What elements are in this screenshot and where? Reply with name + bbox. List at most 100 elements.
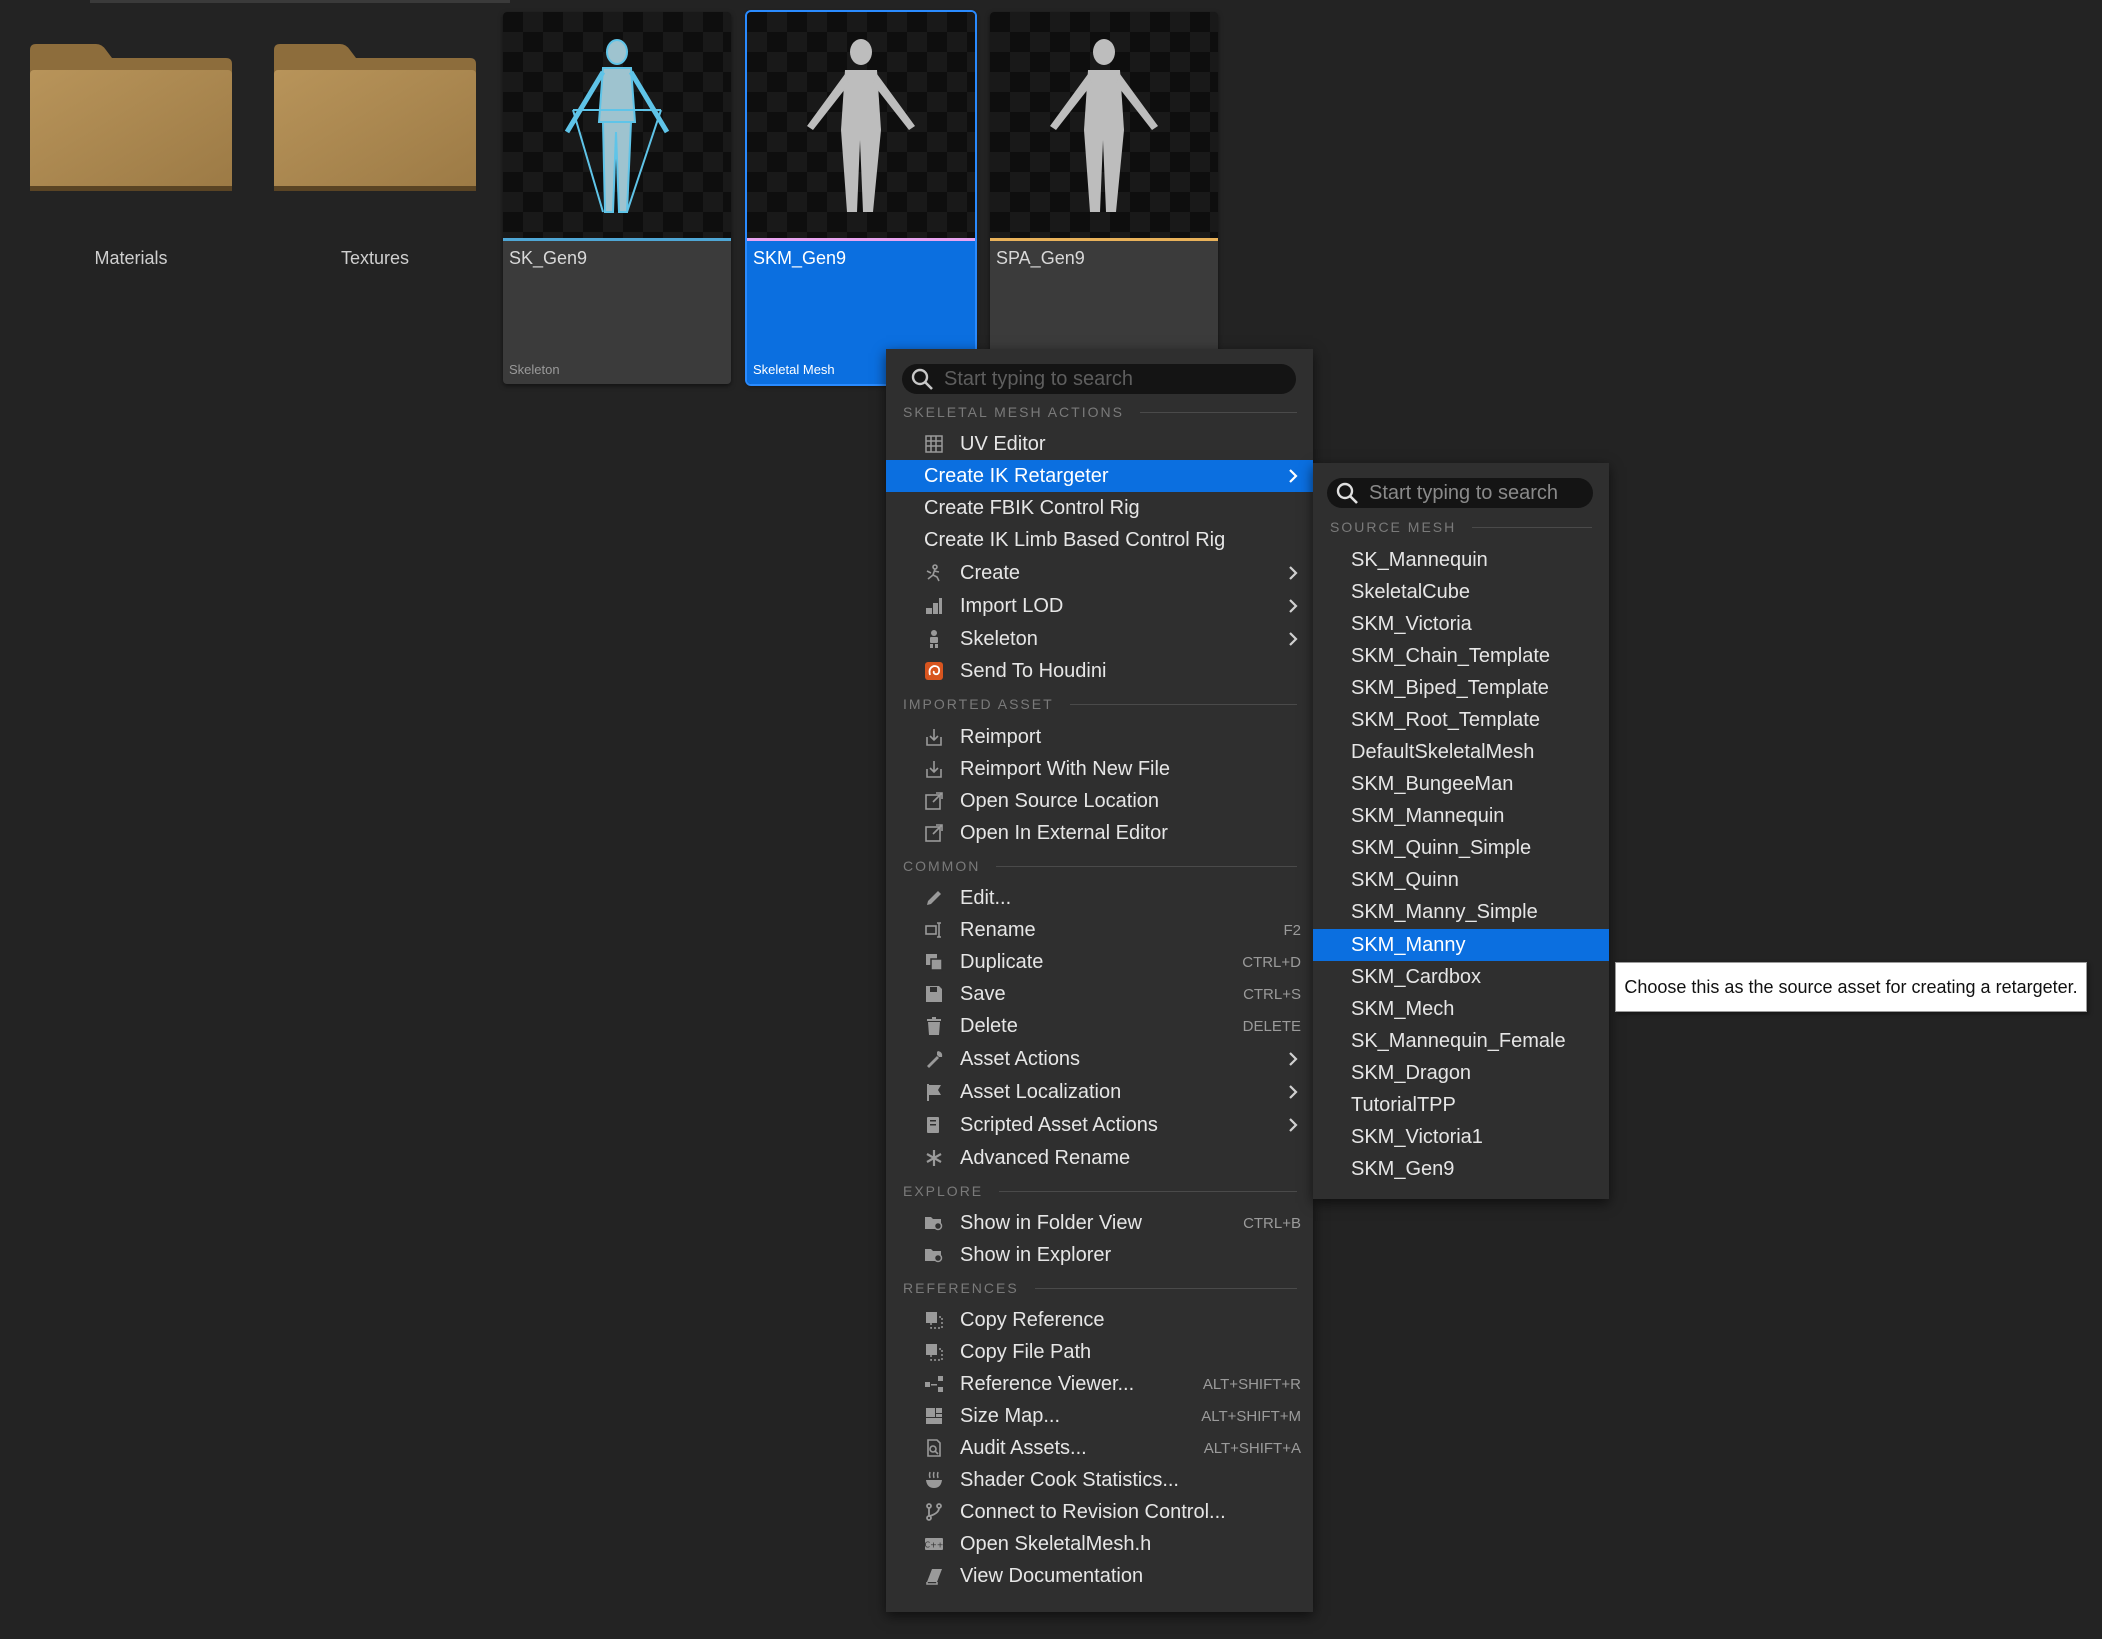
menu-item-show-folder-view[interactable]: Show in Folder View CTRL+B: [886, 1207, 1313, 1239]
source-mesh-item[interactable]: SKM_Chain_Template: [1313, 640, 1609, 672]
save-icon: [926, 986, 942, 1002]
asset-type-stripe: [503, 238, 731, 241]
menu-item-label: Advanced Rename: [960, 1146, 1131, 1169]
source-mesh-item-highlighted[interactable]: SKM_Manny: [1313, 929, 1609, 961]
menu-item-label: Create: [960, 561, 1021, 584]
menu-item-connect-revision-control[interactable]: Connect to Revision Control...: [886, 1496, 1313, 1528]
source-mesh-item[interactable]: SkeletalCube: [1313, 576, 1609, 608]
search-input[interactable]: [942, 366, 1146, 392]
folder-label: Textures: [340, 248, 410, 268]
source-mesh-item[interactable]: SKM_BungeeMan: [1313, 768, 1609, 800]
menu-item-reference-viewer[interactable]: Reference Viewer... ALT+SHIFT+R: [886, 1368, 1313, 1400]
menu-item-label: Delete: [960, 1014, 1018, 1037]
source-mesh-item[interactable]: TutorialTPP: [1313, 1089, 1609, 1121]
menu-item-save[interactable]: Save CTRL+S: [886, 978, 1313, 1010]
asset-thumbnail: [747, 12, 975, 238]
search-input[interactable]: [1367, 480, 1571, 506]
menu-item-label: Save: [960, 982, 1006, 1005]
source-mesh-item[interactable]: SKM_Quinn_Simple: [1313, 832, 1609, 864]
asset-tile-spa-gen9[interactable]: SPA_Gen9: [990, 12, 1218, 384]
asset-tile-sk-gen9[interactable]: SK_Gen9 Skeleton: [503, 12, 731, 384]
menu-item-asset-localization[interactable]: Asset Localization: [886, 1076, 1313, 1108]
menu-item-open-source-location[interactable]: Open Source Location: [886, 785, 1313, 817]
section-common: COMMON: [903, 856, 1297, 876]
source-mesh-item[interactable]: SK_Mannequin: [1313, 544, 1609, 576]
menu-item-size-map[interactable]: Size Map... ALT+SHIFT+M: [886, 1400, 1313, 1432]
source-mesh-label: SKM_Gen9: [1351, 1157, 1455, 1180]
menu-item-skeleton[interactable]: Skeleton: [886, 623, 1313, 655]
menu-item-shader-cook-statistics[interactable]: Shader Cook Statistics...: [886, 1464, 1313, 1496]
source-mesh-item[interactable]: SKM_Root_Template: [1313, 704, 1609, 736]
menu-item-scripted-asset-actions[interactable]: Scripted Asset Actions: [886, 1109, 1313, 1141]
menu-item-rename[interactable]: Rename F2: [886, 914, 1313, 946]
menu-item-create[interactable]: Create: [886, 557, 1313, 589]
source-mesh-item[interactable]: SKM_Cardbox: [1313, 961, 1609, 993]
source-mesh-item[interactable]: SKM_Victoria1: [1313, 1121, 1609, 1153]
source-mesh-item[interactable]: SKM_Manny_Simple: [1313, 896, 1609, 928]
menu-item-edit[interactable]: Edit...: [886, 882, 1313, 914]
submenu-search[interactable]: [1327, 478, 1593, 508]
menu-item-asset-actions[interactable]: Asset Actions: [886, 1043, 1313, 1075]
trash-icon: [927, 1017, 941, 1035]
menu-item-advanced-rename[interactable]: Advanced Rename: [886, 1142, 1313, 1174]
pencil-icon: [927, 891, 941, 905]
asset-tile-skm-gen9[interactable]: SKM_Gen9 Skeletal Mesh: [745, 10, 977, 386]
menu-item-label: Create FBIK Control Rig: [924, 496, 1140, 519]
source-mesh-label: SKM_BungeeMan: [1351, 772, 1514, 795]
source-mesh-item[interactable]: SKM_Mannequin: [1313, 800, 1609, 832]
menu-item-show-explorer[interactable]: Show in Explorer: [886, 1239, 1313, 1271]
folder-search-icon: [925, 1249, 943, 1263]
source-mesh-label: SKM_Biped_Template: [1351, 676, 1549, 699]
menu-item-reimport[interactable]: Reimport: [886, 721, 1313, 753]
source-mesh-item[interactable]: SKM_Biped_Template: [1313, 672, 1609, 704]
menu-item-open-external-editor[interactable]: Open In External Editor: [886, 817, 1313, 849]
menu-item-uv-editor[interactable]: UV Editor: [886, 428, 1313, 460]
menu-item-delete[interactable]: Delete DELETE: [886, 1010, 1313, 1042]
section-title: SKELETAL MESH ACTIONS: [903, 404, 1124, 420]
source-mesh-label: SK_Mannequin: [1351, 548, 1488, 571]
menu-item-open-skeletalmesh-h[interactable]: C++ Open SkeletalMesh.h: [886, 1528, 1313, 1560]
menu-item-create-ik-limb-control-rig[interactable]: Create IK Limb Based Control Rig: [886, 524, 1313, 556]
rename-icon: [925, 922, 941, 938]
chevron-right-icon: [1289, 469, 1298, 483]
folder-textures[interactable]: Textures: [270, 40, 480, 280]
open-location-icon: [925, 792, 943, 810]
menu-item-reimport-new-file[interactable]: Reimport With New File: [886, 753, 1313, 785]
source-mesh-item[interactable]: DefaultSkeletalMesh: [1313, 736, 1609, 768]
wrench-icon: [927, 1051, 943, 1068]
source-mesh-item[interactable]: SK_Mannequin_Female: [1313, 1025, 1609, 1057]
menu-item-label: Skeleton: [960, 627, 1038, 650]
source-mesh-label: SKM_Root_Template: [1351, 708, 1540, 731]
flag-icon: [927, 1084, 941, 1101]
shortcut-label: ALT+SHIFT+R: [1202, 1375, 1301, 1393]
menu-item-view-documentation[interactable]: View Documentation: [886, 1560, 1313, 1592]
menu-item-create-fbik-control-rig[interactable]: Create FBIK Control Rig: [886, 492, 1313, 524]
menu-item-label: Create IK Limb Based Control Rig: [924, 528, 1226, 551]
asset-type-stripe: [747, 238, 975, 241]
source-mesh-label: SKM_Quinn_Simple: [1351, 836, 1532, 859]
source-mesh-submenu: SOURCE MESH SK_Mannequin SkeletalCube SK…: [1313, 463, 1609, 1199]
menu-item-import-lod[interactable]: Import LOD: [886, 590, 1313, 622]
source-mesh-item[interactable]: SKM_Mech: [1313, 993, 1609, 1025]
source-mesh-label: SKM_Chain_Template: [1351, 644, 1550, 667]
source-mesh-item[interactable]: SKM_Gen9: [1313, 1153, 1609, 1185]
source-mesh-item[interactable]: SKM_Victoria: [1313, 608, 1609, 640]
source-mesh-item[interactable]: SKM_Quinn: [1313, 864, 1609, 896]
menu-item-audit-assets[interactable]: Audit Assets... ALT+SHIFT+A: [886, 1432, 1313, 1464]
section-skeletal-mesh-actions: SKELETAL MESH ACTIONS: [903, 402, 1297, 422]
source-mesh-item[interactable]: SKM_Dragon: [1313, 1057, 1609, 1089]
menu-item-create-ik-retargeter[interactable]: Create IK Retargeter: [886, 460, 1313, 492]
asset-name: SPA_Gen9: [996, 248, 1085, 268]
chevron-right-icon: [1289, 566, 1298, 580]
folder-materials[interactable]: Materials: [26, 40, 236, 280]
menu-item-send-to-houdini[interactable]: Send To Houdini: [886, 655, 1313, 687]
search-icon: [1336, 482, 1358, 504]
menu-item-duplicate[interactable]: Duplicate CTRL+D: [886, 946, 1313, 978]
context-menu-search[interactable]: [902, 364, 1296, 394]
menu-item-copy-reference[interactable]: Copy Reference: [886, 1304, 1313, 1336]
menu-item-copy-file-path[interactable]: Copy File Path: [886, 1336, 1313, 1368]
source-mesh-label: SKM_Mech: [1351, 997, 1455, 1020]
source-mesh-label: SKM_Manny: [1351, 933, 1466, 956]
reference-graph-icon: [925, 1376, 943, 1392]
menu-item-label: Send To Houdini: [960, 659, 1107, 682]
